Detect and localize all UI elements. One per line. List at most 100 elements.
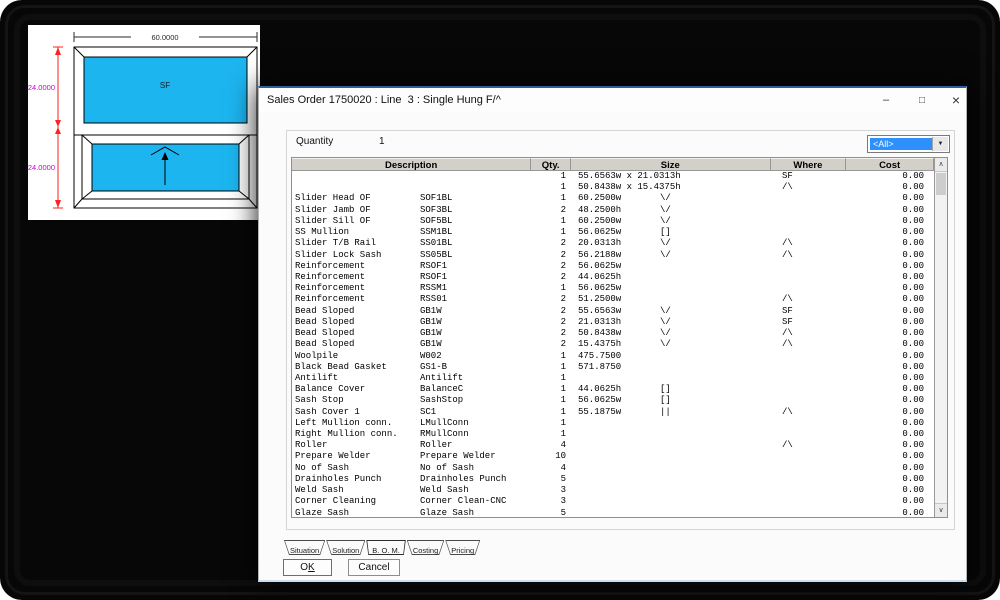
cancel-button[interactable]: Cancel (348, 559, 400, 576)
table-row[interactable]: Roller Roller 4 /\ 0.00 (292, 440, 934, 451)
cell-cost: 0.00 (902, 294, 924, 305)
table-row[interactable]: Slider Head OF SOF1BL 1 60.2500w \/ 0.00 (292, 193, 934, 204)
column-header-cost[interactable]: Cost (846, 158, 934, 171)
cell-size: 571.8750 (578, 362, 621, 373)
cell-part-code: SS05BL (420, 250, 452, 261)
cell-cost: 0.00 (902, 395, 924, 406)
table-row[interactable]: Right Mullion conn. RMullConn 1 0.00 (292, 429, 934, 440)
table-row[interactable]: Bead Sloped GB1W 2 55.6563w \/ SF 0.00 (292, 306, 934, 317)
cell-part-code: RMullConn (420, 429, 469, 440)
cell-qty: 2 (561, 328, 566, 339)
cell-qty: 1 (561, 384, 566, 395)
cell-description: Slider T/B Rail (295, 238, 376, 249)
title-bar: Sales Order 1750020 : Line 3 : Single Hu… (259, 88, 966, 112)
vertical-scrollbar[interactable]: ∧ ∨ (934, 158, 947, 517)
table-row[interactable]: Reinforcement RSOF1 2 56.0625w 0.00 (292, 261, 934, 272)
cell-cost: 0.00 (902, 384, 924, 395)
cell-description: Sash Cover 1 (295, 407, 360, 418)
tab-pricing[interactable]: Pricing (445, 540, 480, 555)
table-row[interactable]: Balance Cover BalanceC 1 44.0625h [] 0.0… (292, 384, 934, 395)
table-row[interactable]: Sash Stop SashStop 1 56.0625w [] 0.00 (292, 395, 934, 406)
table-row[interactable]: Bead Sloped GB1W 2 21.0313h \/ SF 0.00 (292, 317, 934, 328)
cell-cost: 0.00 (902, 485, 924, 496)
table-row[interactable]: Prepare Welder Prepare Welder 10 0.00 (292, 451, 934, 462)
tab-situation[interactable]: Situation (284, 540, 325, 555)
cell-size: 55.6563w (578, 306, 621, 317)
table-row[interactable]: SS Mullion SSM1BL 1 56.0625w [] 0.00 (292, 227, 934, 238)
cell-orientation: \/ (660, 250, 671, 261)
cell-size: 56.0625w (578, 227, 621, 238)
cell-description: Reinforcement (295, 294, 365, 305)
cell-part-code: GB1W (420, 306, 442, 317)
height-dimension-labels: 24.0000 24.0000 (28, 83, 55, 172)
column-header-where[interactable]: Where (771, 158, 847, 171)
table-row[interactable]: Slider Jamb OF SOF3BL 2 48.2500h \/ 0.00 (292, 205, 934, 216)
drawing-panel: 60.0000 24.0000 24.0000 (28, 25, 260, 220)
scroll-thumb[interactable] (936, 173, 946, 195)
table-row[interactable]: Glaze Sash Glaze Sash 5 0.00 (292, 508, 934, 517)
cell-size: 60.2500w (578, 216, 621, 227)
minimize-button[interactable]: – (871, 88, 901, 112)
table-row[interactable]: Slider Sill OF SOF5BL 1 60.2500w \/ 0.00 (292, 216, 934, 227)
table-row[interactable]: Weld Sash Weld Sash 3 0.00 (292, 485, 934, 496)
cell-description: Right Mullion conn. (295, 429, 398, 440)
maximize-button[interactable]: □ (907, 88, 937, 112)
table-row[interactable]: Bead Sloped GB1W 2 50.8438w \/ /\ 0.00 (292, 328, 934, 339)
table-row[interactable]: Reinforcement RSSM1 1 56.0625w 0.00 (292, 283, 934, 294)
table-row[interactable]: Black Bead Gasket GS1-B 1 571.8750 0.00 (292, 362, 934, 373)
cell-part-code: SC1 (420, 407, 436, 418)
table-row[interactable]: Bead Sloped GB1W 2 15.4375h \/ /\ 0.00 (292, 339, 934, 350)
column-header-description[interactable]: Description (292, 158, 531, 171)
column-header-size[interactable]: Size (571, 158, 770, 171)
cell-description: Bead Sloped (295, 317, 354, 328)
tab-solution[interactable]: Solution (326, 540, 365, 555)
tab-label: B. O. M. (372, 546, 400, 555)
cell-part-code: RSOF1 (420, 261, 447, 272)
cell-size: 44.0625h (578, 272, 621, 283)
table-row[interactable]: Woolpile W002 1 475.7500 0.00 (292, 351, 934, 362)
cell-description: Reinforcement (295, 272, 365, 283)
tab-bom[interactable]: B. O. M. (366, 540, 406, 555)
table-row[interactable]: Antilift Antilift 1 0.00 (292, 373, 934, 384)
scroll-down-button[interactable]: ∨ (935, 503, 947, 517)
cell-cost: 0.00 (902, 261, 924, 272)
table-row[interactable]: Left Mullion conn. LMullConn 1 0.00 (292, 418, 934, 429)
table-body: 1 55.6563w x 21.0313h SF 0.00 1 50.8438w… (292, 171, 934, 517)
cell-cost: 0.00 (902, 317, 924, 328)
table-row[interactable]: 1 50.8438w x 15.4375h /\ 0.00 (292, 182, 934, 193)
table-row[interactable]: Sash Cover 1 SC1 1 55.1875w || /\ 0.00 (292, 407, 934, 418)
tab-bar: Situation Solution B. O. M. Costing Pric… (284, 540, 481, 555)
table-row[interactable]: Slider Lock Sash SS05BL 2 56.2188w \/ /\… (292, 250, 934, 261)
ok-button[interactable]: OK (283, 559, 332, 576)
cell-cost: 0.00 (902, 182, 924, 193)
close-button[interactable]: × (941, 88, 971, 112)
table-header: DescriptionQty.SizeWhereCost (292, 158, 934, 171)
cell-cost: 0.00 (902, 373, 924, 384)
cell-size: 56.2188w (578, 250, 621, 261)
dropdown-arrow-button[interactable]: ▼ (932, 137, 948, 151)
cell-part-code: SS01BL (420, 238, 452, 249)
table-row[interactable]: Slider T/B Rail SS01BL 2 20.0313h \/ /\ … (292, 238, 934, 249)
cell-description: Antilift (295, 373, 338, 384)
dropdown-selected-value: <All> (870, 138, 932, 150)
table-row[interactable]: Reinforcement RSS01 2 51.2500w /\ 0.00 (292, 294, 934, 305)
column-header-qty[interactable]: Qty. (531, 158, 571, 171)
cell-where: /\ (782, 440, 793, 451)
table-row[interactable]: No of Sash No of Sash 4 0.00 (292, 463, 934, 474)
cell-cost: 0.00 (902, 328, 924, 339)
cell-size: 51.2500w (578, 294, 621, 305)
table-row[interactable]: 1 55.6563w x 21.0313h SF 0.00 (292, 171, 934, 182)
table-row[interactable]: Reinforcement RSOF1 2 44.0625h 0.00 (292, 272, 934, 283)
cell-qty: 2 (561, 238, 566, 249)
cell-part-code: RSS01 (420, 294, 447, 305)
where-filter-dropdown[interactable]: <All> ▼ (867, 135, 950, 153)
tab-costing[interactable]: Costing (407, 540, 444, 555)
table-row[interactable]: Corner Cleaning Corner Clean-CNC 3 0.00 (292, 496, 934, 507)
table-row[interactable]: Drainholes Punch Drainholes Punch 5 0.00 (292, 474, 934, 485)
cell-description: Black Bead Gasket (295, 362, 387, 373)
cell-description: Left Mullion conn. (295, 418, 392, 429)
scroll-up-button[interactable]: ∧ (935, 158, 947, 172)
cell-cost: 0.00 (902, 339, 924, 350)
cell-where: /\ (782, 250, 793, 261)
cell-qty: 1 (561, 373, 566, 384)
